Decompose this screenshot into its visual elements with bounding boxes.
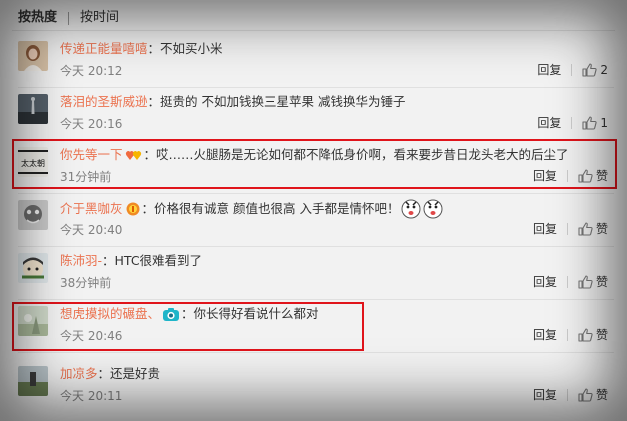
avatar-image — [18, 366, 48, 396]
highlight-box — [12, 302, 364, 351]
avatar[interactable] — [18, 366, 48, 396]
medal-badge-icon — [126, 202, 140, 216]
like-count: 2 — [600, 63, 608, 77]
colon: ： — [147, 94, 161, 109]
action-divider — [571, 117, 573, 129]
like-label: 赞 — [595, 275, 608, 289]
reply-button[interactable]: 回复 — [537, 115, 561, 131]
thumbs-up-icon — [578, 222, 593, 236]
avatar[interactable] — [18, 94, 48, 124]
like-button[interactable]: 1 — [582, 115, 608, 131]
thumbs-up-icon — [582, 116, 597, 130]
reply-button[interactable]: 回复 — [533, 327, 557, 343]
comment-content: 落泪的圣斯威逊：挺贵的 不如加钱换三星苹果 减钱换华为锤子 — [60, 93, 405, 111]
crying-face-emoji-icon — [401, 199, 421, 219]
avatar-image — [18, 41, 48, 71]
colon: ： — [102, 253, 115, 268]
comment-time: 今天 20:11 — [60, 389, 123, 403]
comment-actions: 回复 赞 — [533, 327, 608, 343]
avatar-image — [18, 253, 48, 283]
avatar[interactable] — [18, 41, 48, 71]
comment-content: 陈沛羽-： HTC很难看到了 — [60, 252, 202, 270]
username-link[interactable]: 传递正能量嘻嘻 — [60, 40, 148, 58]
thumbs-up-icon — [578, 328, 593, 342]
avatar-image — [18, 94, 48, 124]
comment-text: HTC很难看到了 — [114, 253, 203, 268]
sort-bar: 按热度 按时间 — [18, 8, 119, 28]
sort-by-time-tab[interactable]: 按时间 — [80, 8, 119, 28]
like-label: 赞 — [595, 222, 608, 236]
thumbs-up-icon — [578, 388, 593, 402]
username-link[interactable]: 加凉多 — [60, 365, 98, 383]
divider — [12, 30, 615, 31]
comment-content: 介于黑咖灰 ：价格很有诚意 颜值也很高 入手都是情怀吧！ — [60, 199, 443, 219]
action-divider — [566, 276, 568, 288]
sort-divider — [68, 11, 70, 25]
colon: ： — [147, 41, 161, 56]
comment-actions: 回复 1 — [537, 115, 608, 131]
action-divider — [566, 329, 568, 341]
avatar[interactable] — [18, 200, 48, 230]
comment-item: 落泪的圣斯威逊：挺贵的 不如加钱换三星苹果 减钱换华为锤子 今天 20:16 回… — [14, 89, 614, 141]
divider — [18, 193, 614, 194]
comment-actions: 回复 赞 — [533, 274, 608, 290]
action-divider — [566, 389, 568, 401]
highlight-box — [12, 139, 617, 189]
comment-item: 传递正能量嘻嘻：不如买小米 今天 20:12 回复 2 — [14, 36, 614, 88]
comment-time: 今天 20:12 — [60, 64, 123, 78]
comment-item: 介于黑咖灰 ：价格很有诚意 颜值也很高 入手都是情怀吧！ 今天 20:40 回复… — [14, 195, 614, 247]
avatar[interactable] — [18, 253, 48, 283]
username-link[interactable]: 介于黑咖灰 — [60, 200, 123, 218]
reply-button[interactable]: 回复 — [533, 221, 557, 237]
reply-button[interactable]: 回复 — [533, 387, 557, 403]
crying-face-emoji-icon — [423, 199, 443, 219]
divider — [18, 87, 614, 88]
like-label: 赞 — [595, 388, 608, 402]
comment-actions: 回复 赞 — [533, 387, 608, 403]
colon: ： — [141, 201, 155, 216]
comment-text: 不如买小米 — [160, 41, 223, 56]
comment-text: 还是好贵 — [110, 366, 161, 381]
action-divider — [571, 64, 573, 76]
comment-time: 今天 20:40 — [60, 223, 123, 237]
divider — [18, 246, 614, 247]
comment-item: 加凉多：还是好贵 今天 20:11 回复 赞 — [14, 361, 614, 413]
comment-item: 陈沛羽-： HTC很难看到了 38分钟前 回复 赞 — [14, 248, 614, 300]
reply-button[interactable]: 回复 — [537, 62, 561, 78]
like-label: 赞 — [595, 328, 608, 342]
like-button[interactable]: 2 — [582, 62, 608, 78]
username-link[interactable]: 落泪的圣斯威逊 — [60, 93, 148, 111]
colon: ： — [97, 366, 111, 381]
comment-actions: 回复 2 — [537, 62, 608, 78]
sort-by-hot-tab[interactable]: 按热度 — [18, 8, 57, 28]
reply-button[interactable]: 回复 — [533, 274, 557, 290]
thumbs-up-icon — [582, 63, 597, 77]
divider — [18, 299, 614, 300]
action-divider — [566, 223, 568, 235]
comment-text: 挺贵的 不如加钱换三星苹果 减钱换华为锤子 — [160, 94, 406, 109]
comment-time: 38分钟前 — [60, 276, 112, 290]
like-button[interactable]: 赞 — [578, 221, 608, 237]
comment-content: 加凉多：还是好贵 — [60, 365, 160, 383]
comment-actions: 回复 赞 — [533, 221, 608, 237]
avatar-image — [18, 200, 48, 230]
like-button[interactable]: 赞 — [578, 387, 608, 403]
divider — [18, 352, 614, 353]
comment-time: 今天 20:16 — [60, 117, 123, 131]
username-link[interactable]: 陈沛羽- — [60, 252, 102, 270]
like-button[interactable]: 赞 — [578, 274, 608, 290]
comment-content: 传递正能量嘻嘻：不如买小米 — [60, 40, 223, 58]
comment-text: 价格很有诚意 颜值也很高 入手都是情怀吧！ — [154, 201, 400, 216]
thumbs-up-icon — [578, 275, 593, 289]
like-count: 1 — [600, 116, 608, 130]
like-button[interactable]: 赞 — [578, 327, 608, 343]
